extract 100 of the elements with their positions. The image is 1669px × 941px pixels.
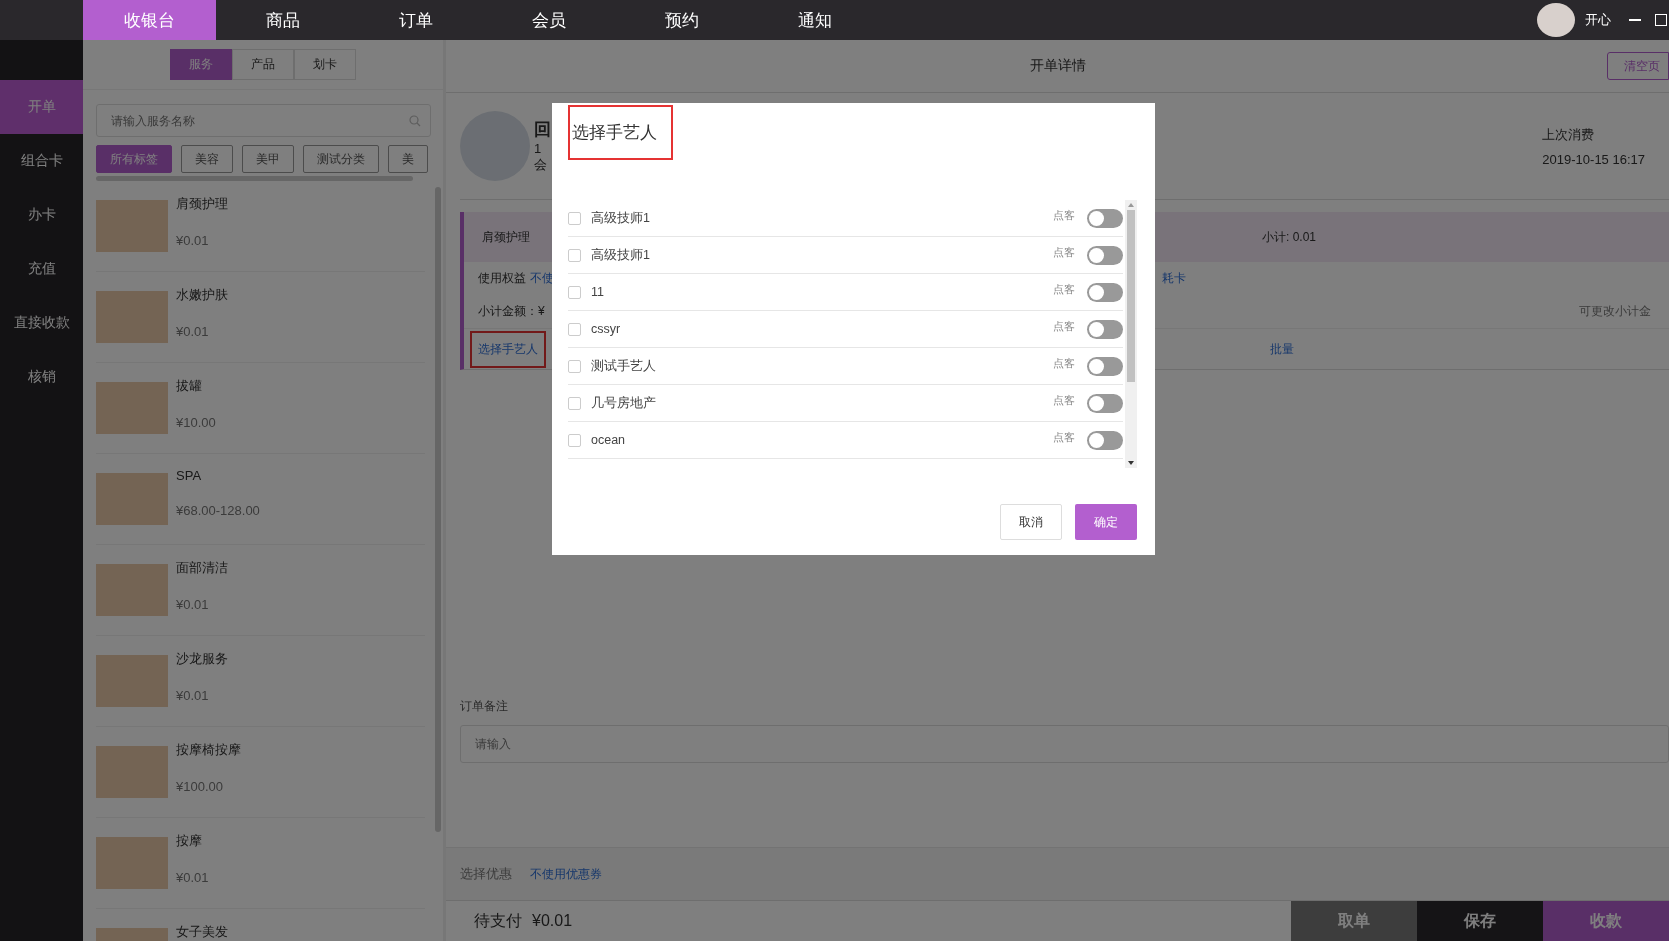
card-link[interactable]: 耗卡 [1162, 270, 1186, 287]
remark-label: 订单备注 [460, 698, 509, 715]
catalog-tab[interactable]: 服务 [170, 49, 232, 80]
footer-button[interactable]: 取单 [1291, 901, 1417, 941]
last-visit-value: 2019-10-15 16:17 [1542, 151, 1645, 167]
service-price: ¥0.01 [176, 688, 210, 703]
photo-placeholder [96, 382, 168, 434]
panel-title: 开单详情 [1029, 57, 1086, 75]
sidebar-item[interactable]: 办卡 [0, 188, 83, 242]
sidebar-item[interactable]: 直接收款 [0, 296, 83, 350]
service-name: 拔罐 [176, 377, 203, 395]
tag-filter[interactable]: 所有标签 [96, 145, 172, 173]
nav-tab[interactable]: 预约 [615, 0, 748, 40]
coupon-link[interactable]: 不使用优惠券 [530, 865, 602, 883]
service-item[interactable]: 按摩椅按摩 ¥100.00 [96, 727, 425, 818]
dialog-button[interactable]: 确定 [1075, 504, 1137, 540]
checkbox[interactable] [568, 322, 581, 336]
dialog-button[interactable]: 取消 [1000, 504, 1062, 540]
artisan-name: 几号房地产 [591, 394, 656, 412]
toggle-switch[interactable] [1087, 282, 1123, 302]
toggle-switch[interactable] [1087, 430, 1123, 450]
tag-filter[interactable]: 美 [388, 145, 428, 173]
photo-placeholder [96, 200, 168, 252]
service-name: 面部清洁 [176, 559, 228, 577]
artisan-name: 测试手艺人 [591, 357, 656, 375]
toggle-switch[interactable] [1087, 319, 1123, 339]
request-label: 点客 [1053, 356, 1075, 371]
footer-button[interactable]: 保存 [1417, 901, 1543, 941]
artisan-name: 高级技师1 [591, 246, 650, 264]
sidebar-item[interactable]: 组合卡 [0, 134, 83, 188]
tag-filter[interactable]: 美甲 [242, 145, 294, 173]
caret-up-icon[interactable] [1128, 203, 1134, 207]
clear-page-button[interactable]: 清空页 [1607, 52, 1669, 80]
photo-placeholder [96, 291, 168, 343]
service-item[interactable]: 沙龙服务 ¥0.01 [96, 636, 425, 727]
service-price: ¥68.00-128.00 [176, 503, 260, 518]
request-label: 点客 [1053, 430, 1075, 445]
nav-tab[interactable]: 通知 [748, 0, 881, 40]
footer-button[interactable]: 收款 [1543, 901, 1669, 941]
service-name: 女子美发 [176, 923, 228, 941]
service-item[interactable]: 拔罐 ¥10.00 [96, 363, 425, 454]
tag-filter[interactable]: 测试分类 [303, 145, 379, 173]
service-item[interactable]: 水嫩护肤 ¥0.01 [96, 272, 425, 363]
toggle-switch[interactable] [1087, 245, 1123, 265]
service-item[interactable]: 面部清洁 ¥0.01 [96, 545, 425, 636]
checkbox[interactable] [568, 396, 581, 410]
request-label: 点客 [1053, 245, 1075, 260]
service-price: ¥100.00 [176, 779, 224, 794]
photo-placeholder [96, 564, 168, 616]
dialog-title: 选择手艺人 [568, 105, 673, 160]
request-label: 点客 [1053, 393, 1075, 408]
toggle-switch[interactable] [1087, 356, 1123, 376]
search-icon[interactable] [409, 115, 421, 127]
scrollbar[interactable] [435, 187, 441, 832]
search-field[interactable]: 请输入服务名称 [96, 104, 431, 137]
nav-tab[interactable]: 会员 [482, 0, 615, 40]
artisan-name: 高级技师1 [591, 209, 650, 227]
nav-tab[interactable]: 商品 [216, 0, 349, 40]
tag-filter[interactable]: 美容 [181, 145, 233, 173]
checkbox[interactable] [568, 248, 581, 262]
service-item[interactable]: 女子美发 [96, 909, 425, 941]
artisan-name: 11 [591, 285, 604, 299]
batch-link[interactable]: 批量 [1270, 340, 1294, 358]
request-label: 点客 [1053, 208, 1075, 223]
checkbox[interactable] [568, 285, 581, 299]
service-price: ¥0.01 [176, 597, 210, 612]
photo-placeholder [96, 837, 168, 889]
nav-tab[interactable]: 订单 [349, 0, 482, 40]
service-price: ¥0.01 [176, 233, 210, 248]
member-name: 回 [534, 119, 551, 141]
select-artisan-link[interactable]: 选择手艺人 [470, 330, 546, 368]
nav-tab[interactable]: 收银台 [83, 0, 216, 40]
service-item[interactable]: 肩颈护理 ¥0.01 [96, 181, 425, 272]
checkbox[interactable] [568, 211, 581, 225]
photo-placeholder [96, 473, 168, 525]
line-subtotal: 小计: 0.01 [1262, 228, 1317, 246]
request-label: 点客 [1053, 319, 1075, 334]
toggle-switch[interactable] [1087, 208, 1123, 228]
amount-hint: 可更改小计金 [1579, 303, 1651, 320]
service-item[interactable]: SPA ¥68.00-128.00 [96, 454, 425, 545]
catalog-tab[interactable]: 划卡 [294, 49, 356, 80]
service-name: 按摩椅按摩 [176, 741, 241, 759]
service-name: 肩颈护理 [176, 195, 228, 213]
service-item[interactable]: 按摩 ¥0.01 [96, 818, 425, 909]
sidebar-item[interactable]: 充值 [0, 242, 83, 296]
caret-down-icon[interactable] [1128, 461, 1134, 465]
sidebar-item[interactable]: 开单 [0, 80, 83, 134]
scrollbar[interactable] [1125, 200, 1137, 468]
checkbox[interactable] [568, 359, 581, 373]
sidebar-item[interactable]: 核销 [0, 350, 83, 404]
benefit-link[interactable]: 不使 [530, 270, 554, 287]
last-visit-label: 上次消费 [1542, 125, 1596, 144]
user-avatar[interactable] [1537, 3, 1575, 37]
service-name: 水嫩护肤 [176, 286, 228, 304]
toggle-switch[interactable] [1087, 393, 1123, 413]
catalog-tab[interactable]: 产品 [232, 49, 294, 80]
service-price: ¥0.01 [176, 870, 209, 885]
remark-field[interactable]: 请输入 [460, 725, 1669, 763]
checkbox[interactable] [568, 433, 581, 447]
maximize-icon[interactable] [1655, 14, 1667, 26]
